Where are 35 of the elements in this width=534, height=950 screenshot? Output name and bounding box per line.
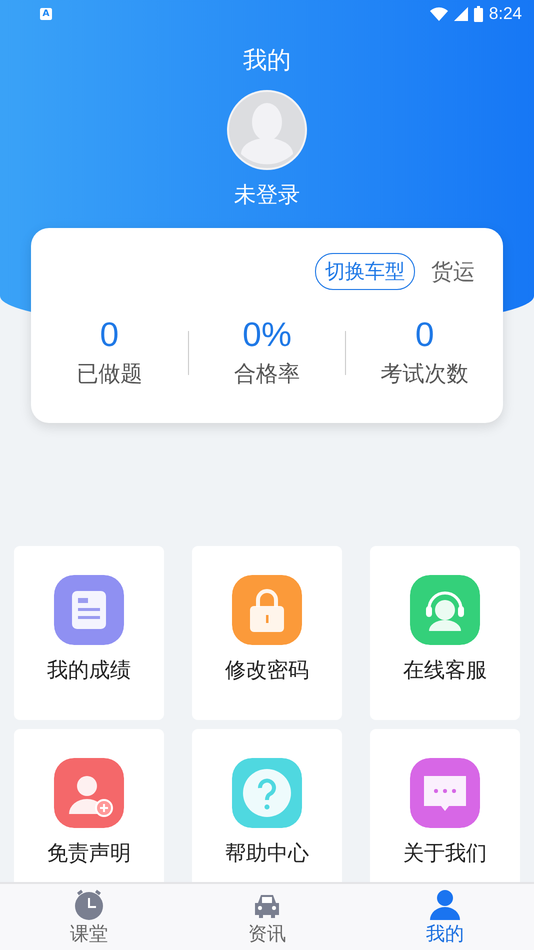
stat-label: 已做题 [76, 361, 142, 389]
tab[interactable]: 我的 [356, 884, 534, 950]
notification-icon: A [40, 8, 52, 20]
person-icon [428, 888, 462, 922]
tab-label: 资讯 [248, 922, 286, 946]
tab-label: 我的 [426, 922, 464, 946]
battery-icon [474, 6, 483, 22]
menu-label: 我的成绩 [47, 657, 131, 683]
stat-value: 0 [100, 316, 119, 355]
menu-card[interactable]: 免责声明 [14, 729, 164, 882]
menu-card[interactable]: 我的成绩 [14, 546, 164, 720]
stat-value: 0 [415, 316, 434, 355]
stat-label: 合格率 [234, 361, 300, 389]
page-title: 我的 [243, 45, 291, 76]
wifi-icon [430, 7, 448, 21]
menu-label: 免责声明 [47, 840, 131, 866]
menu-card[interactable]: 帮助中心 [192, 729, 342, 882]
menu-card[interactable]: 关于我们 [370, 729, 520, 882]
menu-label: 关于我们 [403, 840, 487, 866]
stat-value: 0% [242, 316, 292, 355]
switch-vehicle-button[interactable]: 切换车型 [315, 253, 415, 290]
clock-time: 8:24 [488, 4, 522, 24]
tab[interactable]: 资讯 [178, 884, 356, 950]
stat-label: 考试次数 [380, 361, 469, 389]
tab[interactable]: 课堂 [0, 884, 178, 950]
menu-card[interactable]: 在线客服 [370, 546, 520, 720]
signal-icon [454, 7, 468, 21]
tab-label: 课堂 [70, 922, 108, 946]
menu-card[interactable]: 修改密码 [192, 546, 342, 720]
vehicle-type: 货运 [431, 258, 475, 286]
avatar-icon [227, 90, 307, 170]
alarm-clock-icon [72, 888, 106, 922]
menu-label: 修改密码 [225, 657, 309, 683]
menu-label: 帮助中心 [225, 840, 309, 866]
menu-label: 在线客服 [403, 657, 487, 683]
